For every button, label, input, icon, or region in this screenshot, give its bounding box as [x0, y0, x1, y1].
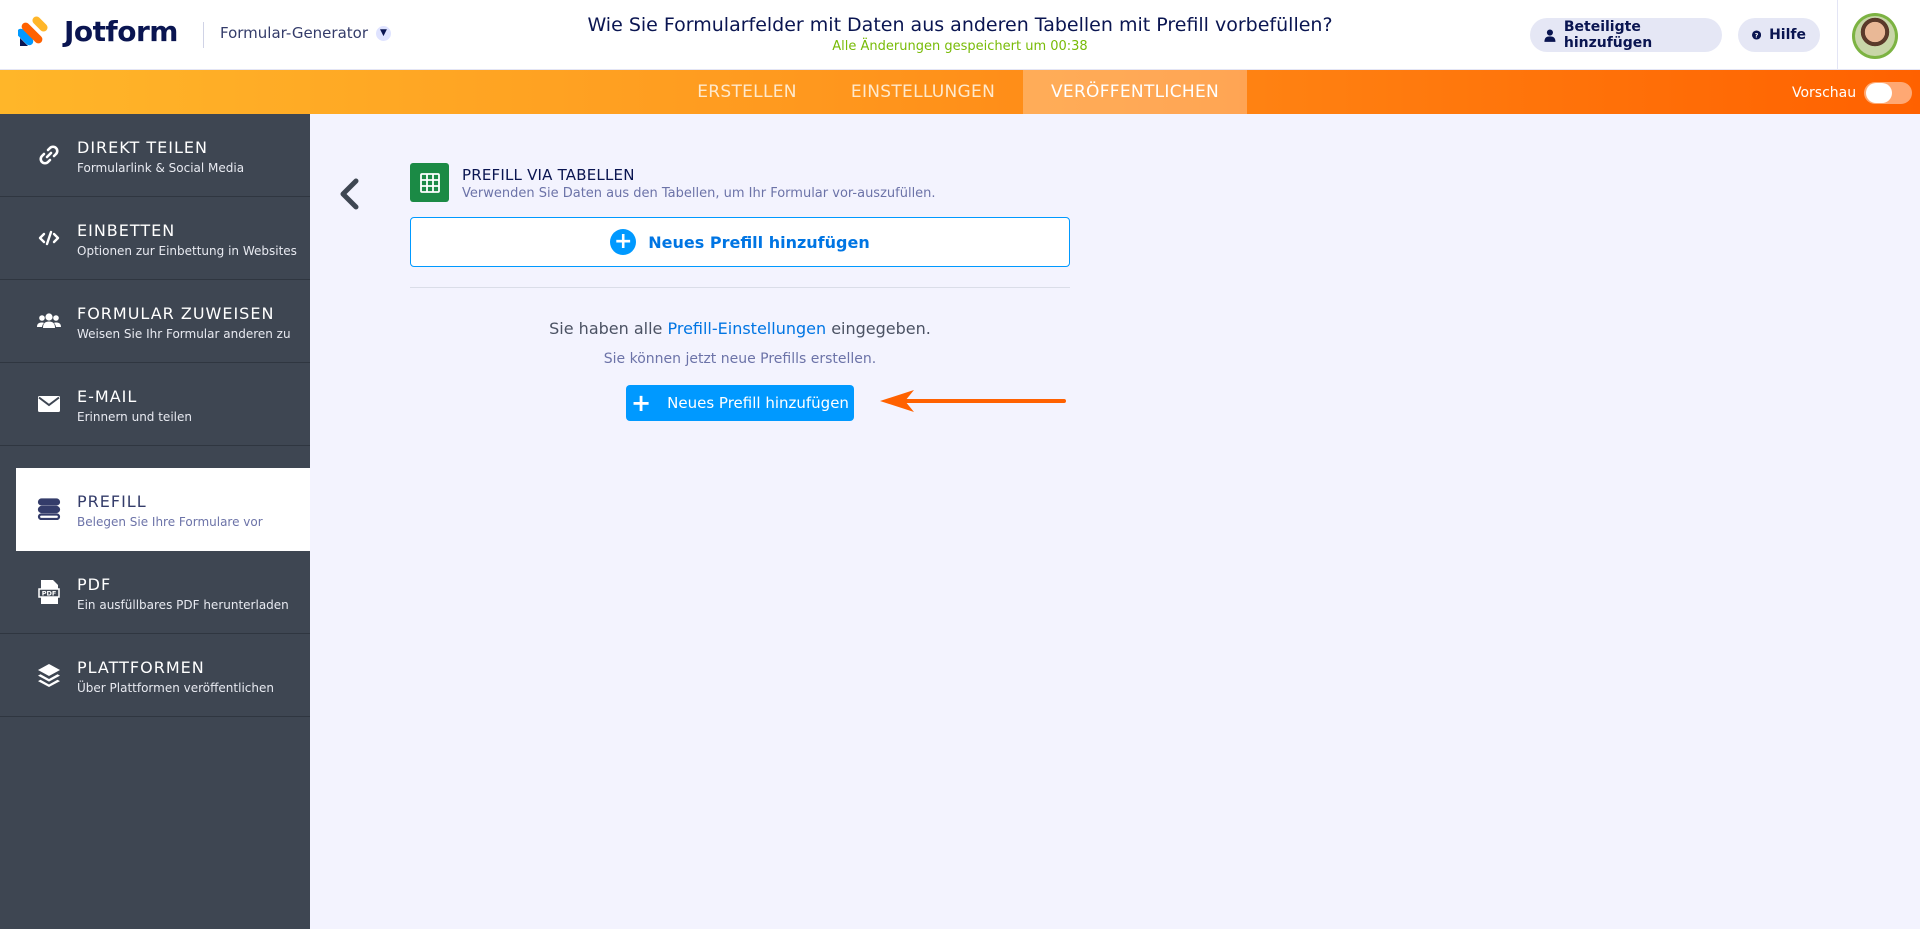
message-suffix: eingegeben.: [826, 319, 931, 338]
preview-label: Vorschau: [1792, 85, 1857, 101]
sidebar-item-title: PLATTFORMEN: [77, 658, 205, 677]
new-prefill-primary-button[interactable]: + Neues Prefill hinzufügen: [626, 385, 854, 421]
help-button[interactable]: ? Hilfe: [1738, 18, 1820, 52]
pdf-icon: PDF: [36, 579, 62, 605]
tab-settings[interactable]: EINSTELLUNGEN: [838, 70, 1008, 114]
preview-toggle[interactable]: [1864, 82, 1913, 104]
sidebar-item-subtitle: Formularlink & Social Media: [77, 161, 245, 175]
section-subtitle: Verwenden Sie Daten aus den Tabellen, um…: [462, 186, 936, 201]
chevron-down-icon: ▼: [376, 25, 391, 41]
divider: [410, 287, 1070, 288]
saved-status: Alle Änderungen gespeichert um 00:38: [832, 39, 1088, 54]
form-title-area: Wie Sie Formularfelder mit Daten aus and…: [520, 14, 1400, 54]
prefill-settings-link[interactable]: Prefill-Einstellungen: [667, 319, 826, 338]
top-header: Jotform Formular-Generator ▼ Wie Sie For…: [0, 0, 1920, 70]
sidebar-item-platforms[interactable]: PLATTFORMEN Über Plattformen veröffentli…: [0, 634, 310, 717]
builder-label: Formular-Generator: [220, 24, 368, 42]
layers-icon: [36, 662, 62, 688]
sidebar-item-title: FORMULAR ZUWEISEN: [77, 304, 275, 323]
user-icon: [1544, 28, 1556, 42]
tab-create[interactable]: ERSTELLEN: [672, 70, 822, 114]
plus-circle-icon: +: [610, 229, 637, 255]
tab-publish[interactable]: VERÖFFENTLICHEN: [1023, 70, 1247, 114]
sidebar-item-assign-form[interactable]: FORMULAR ZUWEISEN Weisen Sie Ihr Formula…: [0, 280, 310, 363]
header-divider-right: [1837, 0, 1838, 70]
empty-state-message: Sie haben alle Prefill-Einstellungen ein…: [410, 319, 1070, 338]
add-new-prefill-button[interactable]: + Neues Prefill hinzufügen: [410, 217, 1070, 267]
jotform-logo-icon: [18, 16, 48, 46]
sidebar-item-title: EINBETTEN: [77, 221, 176, 240]
svg-text:?: ?: [1755, 32, 1759, 39]
message-prefix: Sie haben alle: [549, 319, 668, 338]
sidebar-item-embed[interactable]: EINBETTEN Optionen zur Einbettung in Web…: [0, 197, 310, 280]
annotation-arrow-icon: [880, 390, 1066, 412]
invite-collaborators-button[interactable]: Beteiligte hinzufügen: [1530, 18, 1722, 52]
sidebar-item-subtitle: Über Plattformen veröffentlichen: [77, 681, 274, 695]
svg-text:PDF: PDF: [42, 590, 57, 598]
header-divider: [203, 22, 204, 48]
sidebar-item-title: PREFILL: [77, 492, 147, 511]
invite-label: Beteiligte hinzufügen: [1563, 19, 1653, 51]
link-icon: [36, 142, 62, 168]
sidebar-item-subtitle: Erinnern und teilen: [77, 410, 192, 424]
logo-text: Jotform: [64, 14, 178, 48]
prefill-icon: [36, 496, 62, 522]
help-label: Hilfe: [1769, 27, 1806, 43]
sidebar-item-subtitle: Belegen Sie Ihre Formulare vor: [77, 515, 263, 529]
builder-navbar: ERSTELLEN EINSTELLUNGEN VERÖFFENTLICHEN …: [0, 70, 1920, 114]
sidebar-item-title: DIREKT TEILEN: [77, 138, 208, 157]
envelope-icon: [36, 391, 62, 417]
sidebar-item-title: PDF: [77, 575, 112, 594]
empty-state-secondary: Sie können jetzt neue Prefills erstellen…: [603, 351, 877, 367]
sidebar-item-email[interactable]: E-MAIL Erinnern und teilen: [0, 363, 310, 446]
users-icon: [36, 308, 62, 334]
sidebar-item-title: E-MAIL: [77, 387, 138, 406]
add-new-prefill-label: Neues Prefill hinzufügen: [648, 232, 870, 252]
avatar[interactable]: [1852, 13, 1898, 59]
sidebar-item-quick-share[interactable]: DIREKT TEILEN Formularlink & Social Medi…: [0, 114, 310, 197]
jotform-logo[interactable]: Jotform: [18, 14, 178, 48]
publish-sidebar: DIREKT TEILEN Formularlink & Social Medi…: [0, 114, 310, 929]
preview-toggle-area: Vorschau: [1792, 82, 1913, 104]
sidebar-item-subtitle: Ein ausfüllbares PDF herunterladen: [77, 598, 289, 612]
question-icon: ?: [1752, 30, 1762, 40]
avatar-image: [1855, 16, 1895, 56]
section-title: PREFILL VIA TABELLEN: [462, 166, 635, 184]
new-prefill-primary-label: Neues Prefill hinzufügen: [667, 394, 849, 412]
sidebar-item-subtitle: Optionen zur Einbettung in Websites: [77, 244, 297, 258]
back-chevron-icon[interactable]: [337, 176, 361, 212]
toggle-knob: [1866, 83, 1893, 103]
builder-dropdown[interactable]: Formular-Generator ▼: [220, 24, 391, 42]
sidebar-item-prefill[interactable]: PREFILL Belegen Sie Ihre Formulare vor: [16, 468, 310, 551]
form-title[interactable]: Wie Sie Formularfelder mit Daten aus and…: [520, 14, 1400, 36]
code-icon: [36, 225, 62, 251]
spreadsheet-icon: [410, 163, 449, 202]
sidebar-item-pdf[interactable]: PDF PDF Ein ausfüllbares PDF herunterlad…: [0, 551, 310, 634]
plus-icon: +: [631, 389, 652, 417]
sidebar-item-subtitle: Weisen Sie Ihr Formular anderen zu: [77, 327, 291, 341]
